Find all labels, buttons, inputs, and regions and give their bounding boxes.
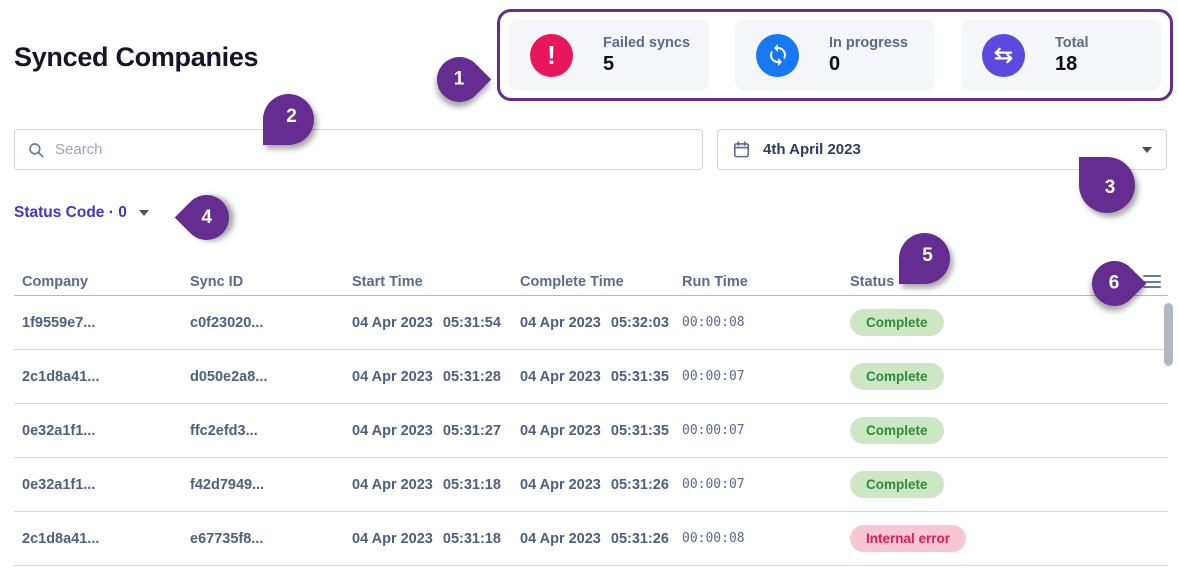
table-header: Company Sync ID Start Time Complete Time… bbox=[14, 268, 1168, 296]
table-row[interactable]: 1f9559e7... c0f23020... 04 Apr 2023 05:31:5… bbox=[14, 296, 1168, 350]
status-badge: Complete bbox=[850, 309, 944, 336]
cell-complete-time: 04 Apr 2023 05:31:35 bbox=[520, 368, 669, 385]
search-box[interactable] bbox=[14, 129, 703, 170]
stat-card-in-progress: In progress 0 bbox=[735, 20, 935, 90]
stat-card-failed-syncs: ! Failed syncs 5 bbox=[509, 20, 709, 90]
sync-table: Company Sync ID Start Time Complete Time… bbox=[14, 268, 1168, 566]
sync-icon bbox=[756, 33, 799, 77]
cell-run-time: 00:00:07 bbox=[682, 369, 745, 384]
cell-company: 2c1d8a41... bbox=[22, 530, 100, 547]
col-start-time[interactable]: Start Time bbox=[352, 274, 520, 290]
status-badge: Complete bbox=[850, 363, 944, 390]
table-body: 1f9559e7... c0f23020... 04 Apr 2023 05:31:5… bbox=[14, 296, 1168, 566]
cell-run-time: 00:00:07 bbox=[682, 477, 745, 492]
cell-company: 0e32a1f1... bbox=[22, 476, 96, 493]
annotation-marker-4: 4 bbox=[174, 185, 239, 250]
search-input[interactable] bbox=[55, 141, 690, 158]
chevron-down-icon[interactable] bbox=[1142, 146, 1152, 153]
date-value: 4th April 2023 bbox=[763, 141, 861, 158]
stat-card-total: Total 18 bbox=[961, 20, 1161, 90]
status-code-filter[interactable]: Status Code · 0 bbox=[14, 204, 149, 222]
cell-company: 1f9559e7... bbox=[22, 314, 96, 331]
cell-sync-id: e67735f8... bbox=[190, 530, 264, 547]
cell-status: Internal error bbox=[850, 525, 1143, 552]
col-run-time[interactable]: Run Time bbox=[682, 274, 850, 290]
cell-run-time: 00:00:08 bbox=[682, 531, 745, 546]
table-row[interactable]: 0e32a1f1... f42d7949... 04 Apr 2023 05:31:1… bbox=[14, 458, 1168, 512]
filter-label: Status Code bbox=[14, 204, 105, 221]
stat-label: Failed syncs bbox=[603, 34, 691, 51]
cell-status: Complete bbox=[850, 417, 1143, 444]
cell-run-time: 00:00:07 bbox=[682, 423, 745, 438]
stat-value: 5 bbox=[603, 52, 615, 75]
cell-start-time: 04 Apr 2023 05:31:27 bbox=[352, 422, 501, 439]
cell-start-time: 04 Apr 2023 05:31:28 bbox=[352, 368, 501, 385]
cell-sync-id: c0f23020... bbox=[190, 314, 264, 331]
cell-sync-id: d050e2a8... bbox=[190, 368, 268, 385]
column-menu-icon[interactable] bbox=[1143, 275, 1161, 288]
cell-status: Complete bbox=[850, 471, 1143, 498]
stats-annotation-box: ! Failed syncs 5 In progress 0 Total 18 bbox=[497, 9, 1173, 101]
cell-start-time: 04 Apr 2023 05:31:18 bbox=[352, 476, 501, 493]
status-badge: Internal error bbox=[850, 525, 967, 552]
col-sync-id[interactable]: Sync ID bbox=[190, 274, 352, 290]
cell-start-time: 04 Apr 2023 05:31:54 bbox=[352, 314, 501, 331]
cell-company: 0e32a1f1... bbox=[22, 422, 96, 439]
status-badge: Complete bbox=[850, 471, 944, 498]
alert-icon: ! bbox=[530, 33, 573, 77]
annotation-marker-1: 1 bbox=[427, 47, 492, 112]
cell-complete-time: 04 Apr 2023 05:31:26 bbox=[520, 530, 669, 547]
stat-label: In progress bbox=[829, 34, 908, 51]
cell-complete-time: 04 Apr 2023 05:32:03 bbox=[520, 314, 669, 331]
chevron-down-icon[interactable] bbox=[138, 210, 149, 216]
status-badge: Complete bbox=[850, 417, 944, 444]
col-complete-time[interactable]: Complete Time bbox=[520, 274, 682, 290]
search-icon bbox=[29, 142, 44, 158]
cell-sync-id: ffc2efd3... bbox=[190, 422, 258, 439]
cell-start-time: 04 Apr 2023 05:31:18 bbox=[352, 530, 501, 547]
annotation-marker-5: 5 bbox=[899, 233, 950, 284]
annotation-marker-2: 2 bbox=[263, 94, 314, 145]
filter-separator: · bbox=[108, 204, 114, 221]
table-row[interactable]: 2c1d8a41... e67735f8... 04 Apr 2023 05:31:1… bbox=[14, 512, 1168, 566]
stat-value: 18 bbox=[1055, 52, 1078, 75]
cell-company: 2c1d8a41... bbox=[22, 368, 100, 385]
cell-status: Complete bbox=[850, 363, 1143, 390]
scrollbar-thumb[interactable] bbox=[1164, 303, 1173, 366]
filter-count: 0 bbox=[118, 204, 127, 221]
page-title: Synced Companies bbox=[14, 42, 259, 72]
cell-complete-time: 04 Apr 2023 05:31:35 bbox=[520, 422, 669, 439]
stat-label: Total bbox=[1055, 34, 1089, 51]
stat-value: 0 bbox=[829, 52, 841, 75]
cell-complete-time: 04 Apr 2023 05:31:26 bbox=[520, 476, 669, 493]
annotation-marker-3: 3 bbox=[1079, 157, 1135, 213]
table-row[interactable]: 2c1d8a41... d050e2a8... 04 Apr 2023 05:31:2… bbox=[14, 350, 1168, 404]
cell-run-time: 00:00:08 bbox=[682, 315, 745, 330]
transfer-icon bbox=[982, 33, 1025, 77]
table-row[interactable]: 0e32a1f1... ffc2efd3... 04 Apr 2023 05:31:2… bbox=[14, 404, 1168, 458]
cell-sync-id: f42d7949... bbox=[190, 476, 265, 493]
col-company[interactable]: Company bbox=[22, 274, 190, 290]
calendar-icon bbox=[733, 141, 750, 158]
cell-status: Complete bbox=[850, 309, 1143, 336]
